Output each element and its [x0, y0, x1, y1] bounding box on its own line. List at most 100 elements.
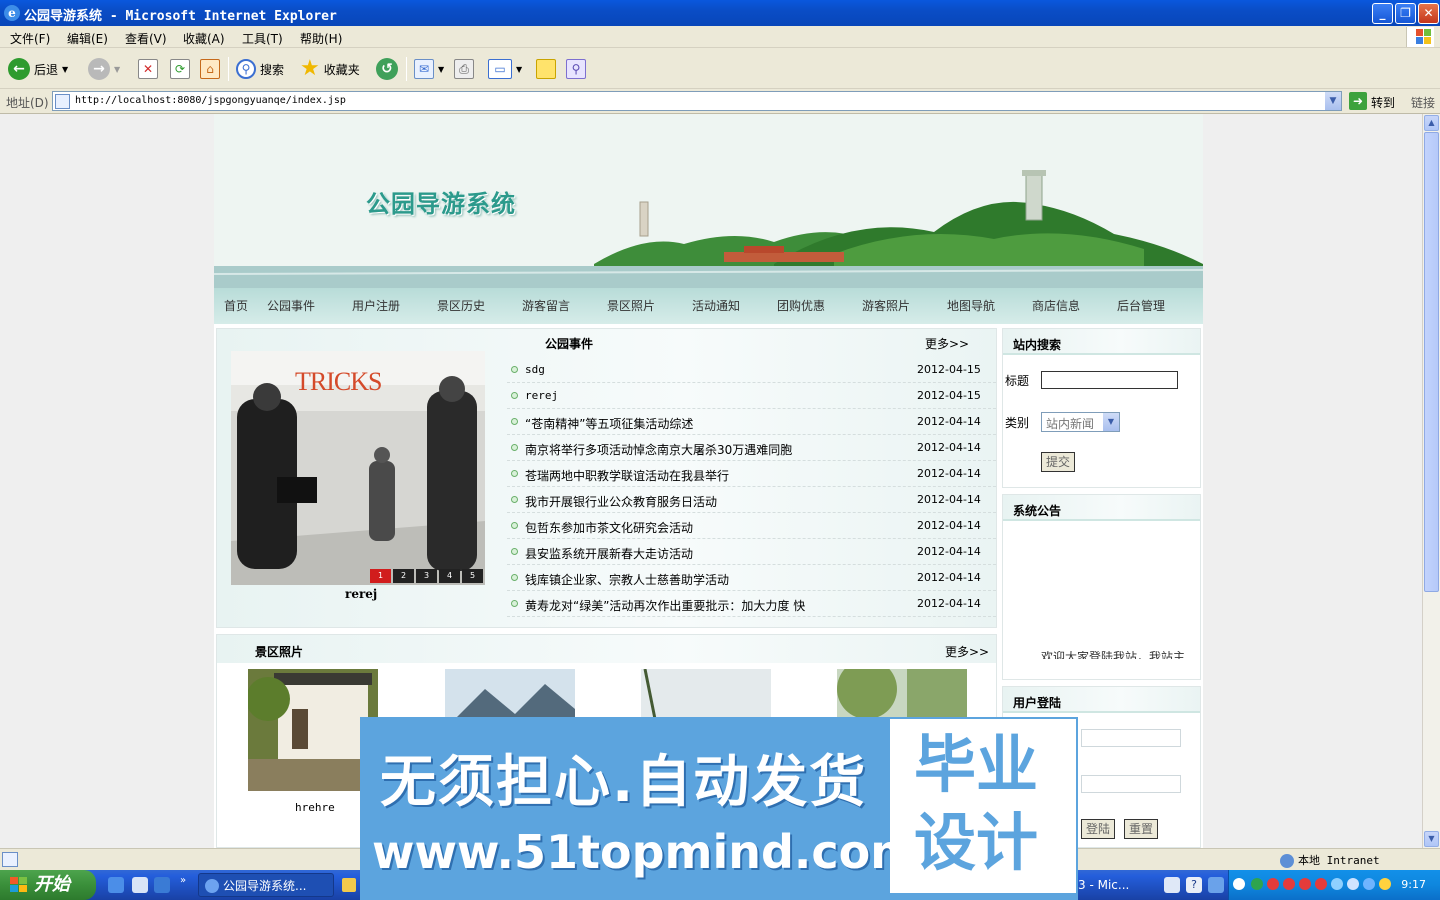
go-button[interactable]: 转到	[1371, 94, 1395, 111]
menu-file[interactable]: 文件(F)	[10, 30, 50, 47]
back-button[interactable]: ← 后退 ▼	[8, 56, 68, 82]
nav-register[interactable]: 用户注册	[352, 297, 400, 314]
login-button[interactable]: 登陆	[1081, 819, 1116, 839]
search-submit-button[interactable]: 提交	[1041, 452, 1076, 472]
nav-park-events[interactable]: 公园事件	[267, 297, 315, 314]
menu-help[interactable]: 帮助(H)	[300, 30, 342, 47]
favorites-button[interactable]: ★ 收藏夹	[300, 56, 360, 82]
window-titlebar: e 公园导游系统 - Microsoft Internet Explorer _…	[0, 0, 1440, 26]
qq-icon[interactable]	[1299, 878, 1311, 890]
nav-map[interactable]: 地图导航	[947, 297, 995, 314]
search-title-input[interactable]	[1041, 371, 1178, 389]
slide-caption[interactable]: rerej	[345, 587, 377, 601]
help-icon[interactable]: ?	[1186, 877, 1202, 893]
nav-group-deals[interactable]: 团购优惠	[777, 297, 825, 314]
volume-icon[interactable]	[1347, 878, 1359, 890]
news-item-title[interactable]: 县安监系统开展新春大走访活动	[525, 545, 693, 562]
menu-edit[interactable]: 编辑(E)	[67, 30, 108, 47]
news-item-title[interactable]: “苍南精神”等五项征集活动综述	[525, 415, 693, 432]
login-title: 用户登陆	[1013, 696, 1062, 710]
task-ie-window[interactable]: 公园导游系统...	[198, 873, 334, 897]
discuss-button[interactable]	[536, 56, 556, 82]
research-button[interactable]: ⚲	[566, 56, 586, 82]
photo-caption[interactable]: hrehre	[295, 801, 335, 814]
refresh-icon: ⟳	[170, 59, 190, 79]
chevron-down-icon[interactable]: ▼	[1325, 92, 1341, 110]
keyboard-icon[interactable]	[1164, 877, 1180, 893]
bullet-icon	[511, 366, 518, 373]
stop-button[interactable]: ✕	[138, 56, 158, 82]
slideshow[interactable]: TRICKS 1 2 3 4 5	[231, 351, 485, 585]
news-item-title[interactable]: rerej	[525, 389, 558, 402]
news-header: 公园事件 更多>>	[505, 329, 996, 355]
nav-home[interactable]: 首页	[224, 297, 248, 314]
slide-page-5[interactable]: 5	[462, 569, 483, 583]
photo-thumbnail[interactable]	[248, 669, 378, 791]
forward-button[interactable]: → ▼	[88, 56, 120, 82]
scroll-up-arrow-icon[interactable]: ▲	[1424, 115, 1439, 131]
refresh-button[interactable]: ⟳	[170, 56, 190, 82]
vertical-scrollbar[interactable]: ▲ ▼	[1422, 114, 1440, 848]
mail-icon: ✉	[414, 59, 434, 79]
maximize-button[interactable]: ❐	[1395, 3, 1416, 24]
qq-icon[interactable]	[1315, 878, 1327, 890]
news-list: sdg 2012-04-15 rerej 2012-04-15 “苍南精神”等五…	[507, 357, 996, 617]
type-select[interactable]: 站内新闻 ▼	[1041, 412, 1120, 432]
news-item-title[interactable]: 包哲东参加市茶文化研究会活动	[525, 519, 693, 536]
menu-view[interactable]: 查看(V)	[125, 30, 167, 47]
menu-favorites[interactable]: 收藏(A)	[183, 30, 225, 47]
nav-visitor-photos[interactable]: 游客照片	[862, 297, 910, 314]
language-icon[interactable]	[1208, 877, 1224, 893]
nav-shops[interactable]: 商店信息	[1032, 297, 1080, 314]
nav-guestbook[interactable]: 游客留言	[522, 297, 570, 314]
qq-icon[interactable]	[1283, 878, 1295, 890]
slide-page-2[interactable]: 2	[393, 569, 414, 583]
scroll-down-arrow-icon[interactable]: ▼	[1424, 831, 1439, 847]
news-item-title[interactable]: 苍瑞两地中职教学联谊活动在我县举行	[525, 467, 729, 484]
tray-app-icon[interactable]	[1251, 878, 1263, 890]
slide-page-3[interactable]: 3	[416, 569, 437, 583]
password-input[interactable]	[1081, 775, 1181, 793]
address-input[interactable]: http://localhost:8080/jspgongyuanqe/inde…	[52, 91, 1342, 111]
close-button[interactable]: ✕	[1418, 3, 1439, 24]
username-input[interactable]	[1081, 729, 1181, 747]
nav-admin[interactable]: 后台管理	[1117, 297, 1165, 314]
menu-tools[interactable]: 工具(T)	[242, 30, 283, 47]
tray-app-icon[interactable]	[1379, 878, 1391, 890]
news-item-title[interactable]: 黄寿龙对“绿美”活动再次作出重要批示：加大力度 快	[525, 597, 805, 614]
ie-quicklaunch-icon[interactable]	[108, 877, 124, 893]
news-item-title[interactable]: 我市开展银行业公众教育服务日活动	[525, 493, 717, 510]
slide-page-1[interactable]: 1	[370, 569, 391, 583]
history-button[interactable]: ↺	[376, 56, 398, 82]
reset-button[interactable]: 重置	[1124, 819, 1159, 839]
search-button[interactable]: ⚲ 搜索	[236, 56, 284, 82]
scrollbar-thumb[interactable]	[1424, 132, 1439, 592]
nav-notices[interactable]: 活动通知	[692, 297, 740, 314]
nav-scenic-photos[interactable]: 景区照片	[607, 297, 655, 314]
links-button[interactable]: 链接	[1411, 94, 1435, 111]
quicklaunch-more-icon[interactable]: »	[180, 875, 186, 886]
tray-expand-icon[interactable]	[1233, 878, 1245, 890]
news-item-title[interactable]: sdg	[525, 363, 545, 376]
print-button[interactable]: ⎙	[454, 56, 474, 82]
qq-icon[interactable]	[1267, 878, 1279, 890]
news-more-link[interactable]: 更多>>	[925, 335, 969, 352]
slide-page-4[interactable]: 4	[439, 569, 460, 583]
network-icon[interactable]	[1331, 878, 1343, 890]
nav-history[interactable]: 景区历史	[437, 297, 485, 314]
edit-button[interactable]: ▭ ▼	[488, 56, 522, 82]
minimize-button[interactable]: _	[1372, 3, 1393, 24]
tray-app-icon[interactable]	[1363, 878, 1375, 890]
start-button[interactable]: 开始	[0, 870, 96, 900]
mail-button[interactable]: ✉ ▼	[414, 56, 444, 82]
task-folder[interactable]	[338, 873, 360, 897]
task-ms-window[interactable]: 3 - Mic...	[1078, 873, 1160, 897]
announcement-box: 系统公告 欢迎大家登陆我站，我站主	[1002, 494, 1201, 680]
news-item-title[interactable]: 南京将举行多项活动悼念南京大屠杀30万遇难同胞	[525, 441, 792, 458]
go-arrow-icon[interactable]: ➜	[1349, 92, 1367, 110]
media-quicklaunch-icon[interactable]	[154, 877, 170, 893]
photos-more-link[interactable]: 更多>>	[945, 643, 989, 660]
desktop-quicklaunch-icon[interactable]	[132, 877, 148, 893]
news-item-title[interactable]: 钱库镇企业家、宗教人士慈善助学活动	[525, 571, 729, 588]
home-button[interactable]: ⌂	[200, 56, 220, 82]
